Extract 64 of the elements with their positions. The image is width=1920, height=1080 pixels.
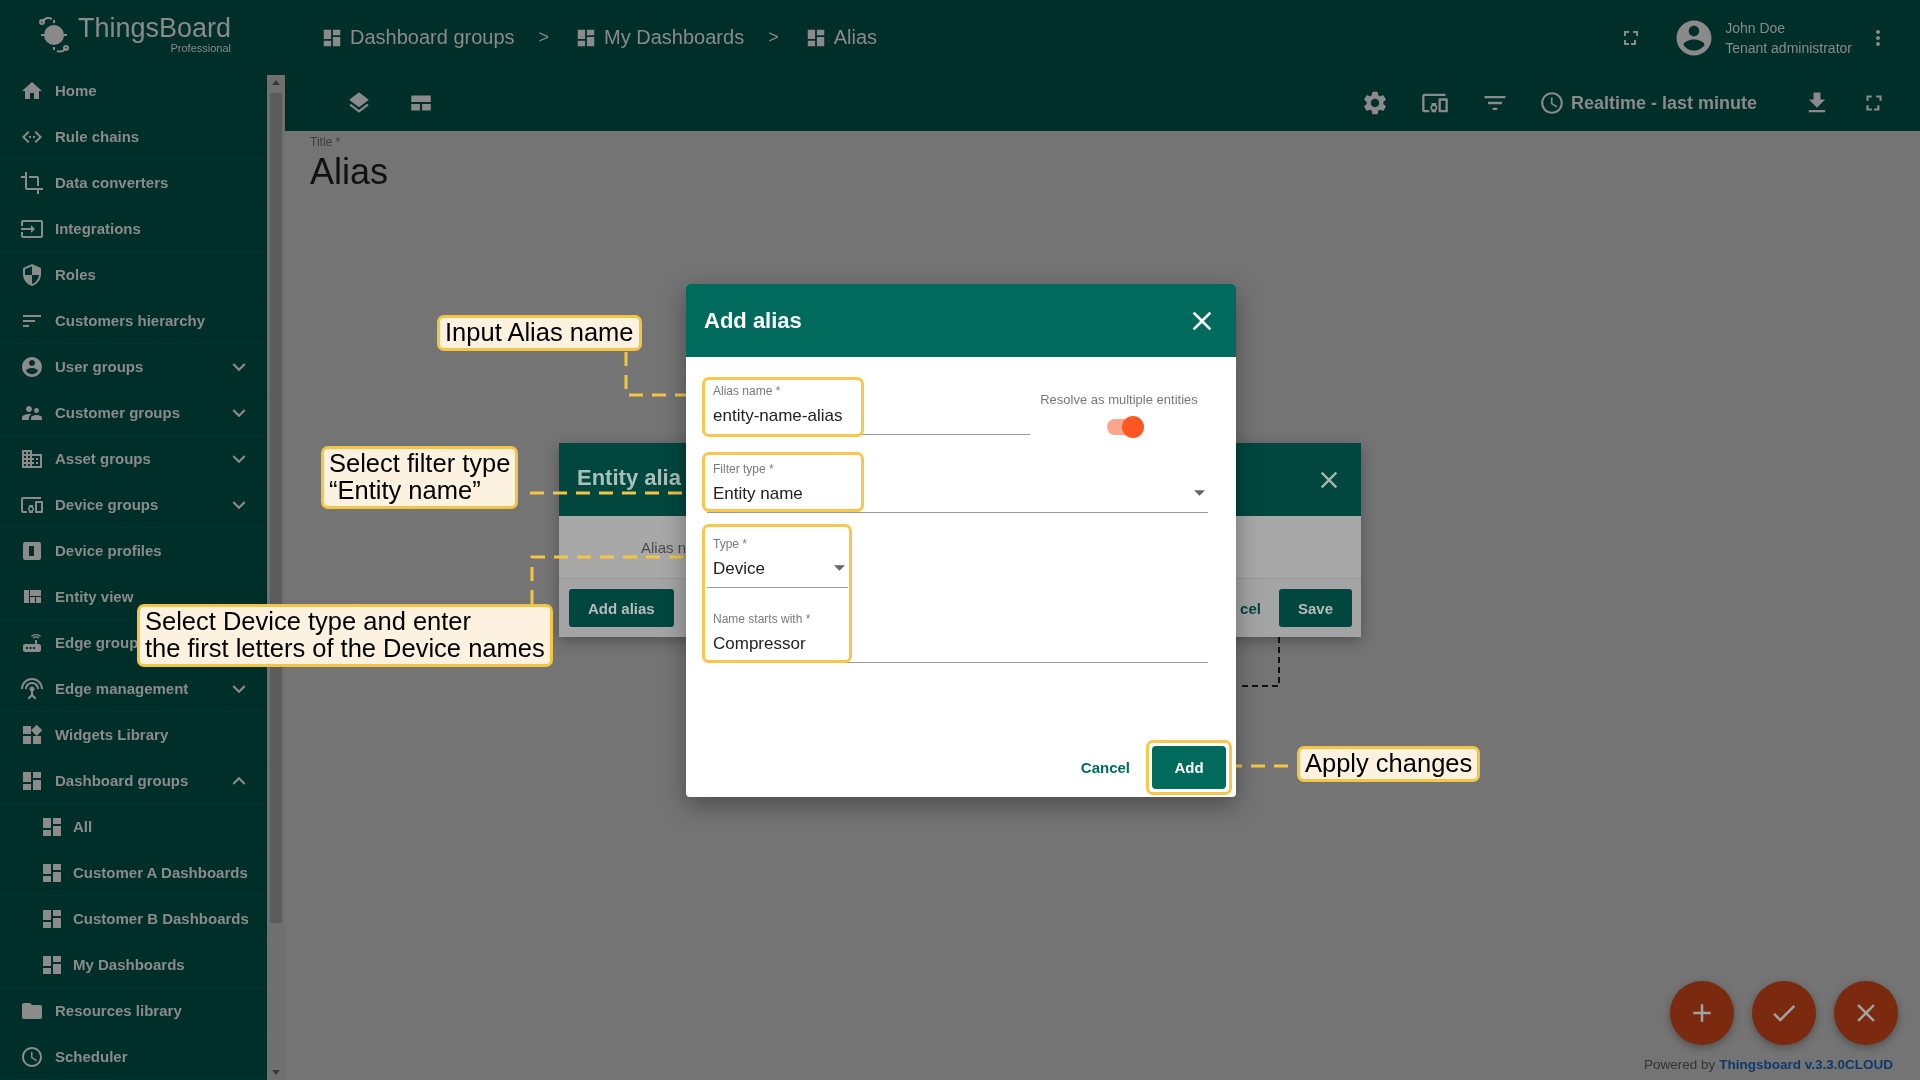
breadcrumb-separator: > [768,27,779,48]
title-label: Title * [310,135,342,149]
user-name: John Doe [1725,18,1787,38]
sidebar-item[interactable]: Edge management [0,676,189,701]
sidebar-item[interactable]: Home [0,78,97,103]
cancel-button[interactable]: cel [1240,589,1261,627]
dialog-title: Add alias [704,307,802,334]
callout: Apply changes [1297,746,1481,782]
sidebar-subitem[interactable]: All [0,814,93,839]
clock-icon [1538,90,1565,116]
text-field[interactable]: Name starts with * Compressor [707,612,811,656]
timewindow-button[interactable]: Realtime - last minute [1538,90,1757,116]
sidebar-item[interactable]: Edge group [0,630,139,655]
sidebar-item[interactable]: Entity view [0,584,134,609]
sidebar-item[interactable]: Customer groups [0,400,180,425]
sidebar-item[interactable]: Device profiles [0,538,162,563]
select-field[interactable]: Type * Device [707,537,765,581]
sidebar-item[interactable]: Resources library [0,998,182,1023]
edition-label: Professional [170,42,232,54]
sidebar-item[interactable]: Rule chains [0,124,140,149]
sidebar-subitem[interactable]: My Dashboards [0,952,185,977]
callout: Select filter type “Entity name” [321,446,519,509]
dashboard-title: Alias [310,151,390,193]
callout: Select Device type and enter the first letters of the Device names [137,604,553,667]
breadcrumb-separator: > [538,27,550,48]
dialog-title: Entity alia [577,467,681,488]
sidebar-subitem[interactable]: Customer A Dashboards [0,860,248,885]
add-button[interactable]: Add [1152,746,1226,789]
antenna-icon [20,676,44,701]
footer-text: Powered by [1643,1057,1716,1072]
column-label: Alias n [641,538,687,556]
sidebar-item[interactable]: Device groups [0,492,159,517]
add-alias-button[interactable]: Add alias [569,589,674,627]
sidebar-item[interactable]: Dashboard groups [0,768,189,793]
sidebar-item[interactable]: Widgets Library [0,722,169,747]
sidebar-item[interactable]: Customers hierarchy [0,308,206,333]
logo-text: ThingsBoard [77,14,232,42]
shield-icon [20,262,44,287]
breadcrumb[interactable]: My Dashboards [575,26,745,49]
scroll-down-icon[interactable] [271,1069,281,1077]
save-button[interactable]: Save [1278,589,1352,627]
widgets-icon [20,722,44,747]
sidebar-item[interactable]: Data converters [0,170,169,195]
version-link[interactable]: Thingsboard v.3.3.0CLOUD [1719,1057,1893,1072]
scroll-up-icon[interactable] [271,78,281,86]
breadcrumb[interactable]: Dashboard groups [321,26,515,49]
breadcrumb[interactable]: Alias [804,26,877,49]
cancel-button[interactable]: Cancel [1070,746,1140,789]
toggle-label: Resolve as multiple entities [1040,392,1198,407]
close-button[interactable] [1834,981,1898,1045]
text-field[interactable]: Alias name * entity-name-alias [707,384,843,428]
dropdown-arrow-icon[interactable] [1194,490,1205,496]
sidebar-subitem[interactable]: Customer B Dashboards [0,906,249,931]
sidebar-item[interactable]: Integrations [0,216,141,241]
select-field[interactable]: Filter type * Entity name [707,462,803,506]
dropdown-arrow-icon[interactable] [834,565,845,571]
sidebar-item[interactable]: Roles [0,262,96,287]
sidebar-item[interactable]: Asset groups [0,446,151,471]
callout: Input Alias name [437,315,642,351]
crop-icon [20,170,44,195]
user-role: Tenant administrator [1725,38,1852,58]
sidebar-item[interactable]: User groups [0,354,144,379]
sidebar-item[interactable]: Scheduler [0,1044,128,1069]
clock-icon [20,1044,44,1069]
